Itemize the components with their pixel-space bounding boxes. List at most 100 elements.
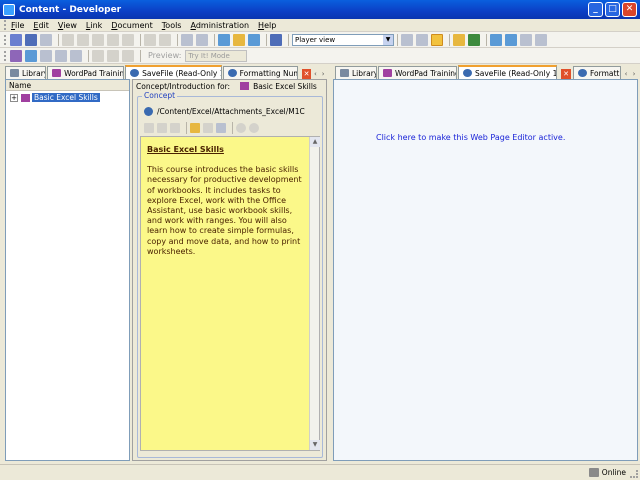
chevron-right-icon[interactable]: › [319,69,327,79]
arrows-icon[interactable] [203,123,213,133]
rename-icon[interactable] [122,33,134,46]
tab-formatting-numbers[interactable]: Formatting Numbe [222,66,298,79]
tab-formatting[interactable]: Formatt [573,66,621,79]
preview-mode-select[interactable]: Try It! Mode [185,49,248,62]
title-bar[interactable]: Content - Developer _ □ ✕ [0,0,640,19]
layout-horizontal-icon[interactable] [416,33,428,46]
toolbar-separator [140,49,141,62]
maximize-button[interactable]: □ [605,2,620,17]
menu-file[interactable]: File [11,21,24,30]
web-page-editor-panel[interactable]: Click here to make this Web Page Editor … [333,79,638,461]
tree-item-label[interactable]: Basic Excel Skills [32,93,100,102]
menu-document[interactable]: Document [111,21,152,30]
collapse-icon[interactable] [196,33,208,46]
open-folder-icon[interactable] [453,33,465,46]
scroll-down-icon[interactable]: ▼ [310,440,320,450]
library-icon [10,69,19,77]
copy-icon[interactable] [170,123,180,133]
tab-savefile[interactable]: SaveFile (Read-Only 1) [458,65,557,79]
properties-icon[interactable] [520,33,532,46]
minimize-button[interactable]: _ [588,2,603,17]
section-icon[interactable] [25,49,37,62]
menu-edit[interactable]: Edit [33,21,49,30]
module-icon[interactable] [10,49,22,62]
redo-icon[interactable] [159,33,171,46]
chevron-left-icon[interactable]: ‹ [622,69,630,79]
close-tab-icon[interactable]: ✕ [561,69,571,79]
menu-tools[interactable]: Tools [162,21,182,30]
cut-icon[interactable] [62,33,74,46]
chevron-down-icon[interactable]: ▼ [383,34,393,45]
layout-single-icon[interactable] [401,33,413,46]
menu-grip [4,20,7,30]
chevron-right-icon[interactable]: › [630,69,638,79]
tab-wordpad-training[interactable]: WordPad Training [378,66,457,79]
chevron-left-icon[interactable]: ‹ [311,69,319,79]
move-down-icon[interactable] [122,49,134,62]
move-up-icon[interactable] [107,49,119,62]
globe-icon [463,69,472,77]
layout-vertical-icon[interactable] [431,33,443,46]
column-header-name[interactable]: Name [6,80,129,91]
paste-icon[interactable] [92,33,104,46]
view-select-value: Player view [295,35,336,44]
tab-wordpad-training[interactable]: WordPad Training [47,66,125,79]
toolbar-separator [266,33,267,46]
help-icon[interactable] [270,33,282,46]
new-icon[interactable] [10,33,22,46]
attach-icon[interactable] [157,123,167,133]
more-icon[interactable] [70,49,82,62]
print-icon[interactable] [40,33,52,46]
toolbar-separator [288,33,289,46]
concept-header-value: Basic Excel Skills [240,82,317,91]
preview-icon[interactable] [216,123,226,133]
link-icon[interactable] [144,123,154,133]
undo-icon[interactable] [144,33,156,46]
toolbar-grip [4,34,7,45]
copy-icon[interactable] [77,33,89,46]
refresh-icon[interactable] [468,33,480,46]
expand-icon[interactable] [181,33,193,46]
menu-link[interactable]: Link [86,21,102,30]
spellcheck-icon[interactable] [233,33,245,46]
menu-help[interactable]: Help [258,21,276,30]
toolbar-separator [486,33,487,46]
delete-icon[interactable] [107,33,119,46]
remove-icon[interactable] [236,123,246,133]
activate-editor-link[interactable]: Click here to make this Web Page Editor … [376,133,565,142]
check-out-icon[interactable] [505,33,517,46]
globe-icon [227,69,237,77]
clear-icon[interactable] [249,123,259,133]
toolbar-separator [140,33,141,46]
resize-grip[interactable] [630,470,638,478]
document-icon [383,69,392,77]
edit-pencil-icon[interactable] [190,123,200,133]
editor-title: Basic Excel Skills [147,145,224,154]
save-icon[interactable] [25,33,37,46]
close-tab-icon[interactable]: ✕ [301,69,312,79]
menu-view[interactable]: View [58,21,77,30]
toolbar-separator [88,49,89,62]
history-icon[interactable] [535,33,547,46]
check-in-icon[interactable] [490,33,502,46]
editor-scrollbar[interactable]: ▲ ▼ [309,137,320,450]
view-select[interactable]: Player view ▼ [292,33,394,46]
tab-library[interactable]: Library [335,66,377,79]
toolbar-separator [186,122,187,134]
tab-savefile[interactable]: SaveFile (Read-Only 1) [125,65,222,79]
question-icon[interactable] [55,49,67,62]
topic-icon[interactable] [40,49,52,62]
concept-group: Concept /Content/Excel/Attachments_Excel… [137,91,323,458]
concept-editor[interactable]: Basic Excel Skills This course introduce… [140,136,320,451]
close-button[interactable]: ✕ [622,2,637,17]
scroll-up-icon[interactable]: ▲ [310,137,320,147]
tab-library[interactable]: Library [5,66,47,79]
expand-icon[interactable]: + [10,93,18,102]
menu-administration[interactable]: Administration [190,21,249,30]
tree-item[interactable]: + Basic Excel Skills [6,93,129,102]
link-icon[interactable] [92,49,104,62]
globe-icon [144,107,153,116]
replace-icon[interactable] [248,33,260,46]
tab-label: Library [22,68,47,78]
find-icon[interactable] [218,33,230,46]
